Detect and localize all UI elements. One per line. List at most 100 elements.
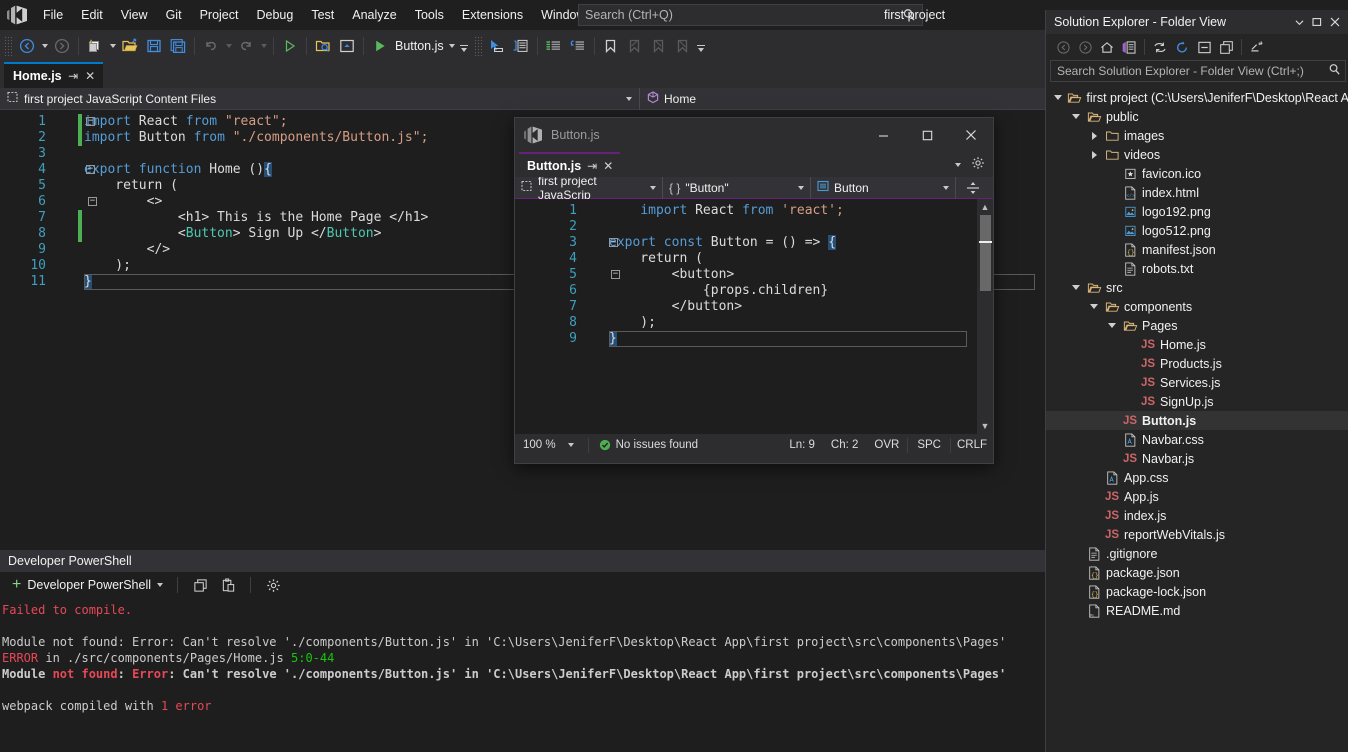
- redo-icon[interactable]: [234, 34, 258, 58]
- pin-icon[interactable]: ⇥: [587, 159, 597, 173]
- search-icon[interactable]: [1328, 63, 1341, 79]
- close-icon[interactable]: [949, 118, 993, 152]
- tree-item-pages[interactable]: Pages: [1046, 316, 1348, 335]
- fw-insert-mode[interactable]: OVR: [866, 439, 907, 451]
- solution-explorer-tree[interactable]: first project (C:\Users\JeniferF\Desktop…: [1046, 88, 1348, 752]
- chevron-down-icon[interactable]: [955, 163, 961, 167]
- refresh-icon[interactable]: [1171, 36, 1193, 58]
- open-file-icon[interactable]: [118, 34, 142, 58]
- tree-item-components[interactable]: components: [1046, 297, 1348, 316]
- minimize-icon[interactable]: [861, 118, 905, 152]
- scroll-down-arrow-icon[interactable]: ▼: [977, 418, 993, 434]
- fw-vertical-scrollbar[interactable]: ▲ ▼: [977, 199, 993, 434]
- toolbar-grip-2[interactable]: [474, 36, 483, 56]
- tree-item-robots-txt[interactable]: robots.txt: [1046, 259, 1348, 278]
- tree-item-home-js[interactable]: JSHome.js: [1046, 335, 1348, 354]
- fw-navbar-member-dropdown[interactable]: Button: [811, 177, 956, 199]
- toolbar-overflow-button[interactable]: [458, 34, 470, 58]
- new-project-dropdown[interactable]: [107, 34, 118, 58]
- expander-collapse-icon[interactable]: [1086, 297, 1102, 316]
- fw-zoom-level[interactable]: 100 %: [515, 439, 556, 451]
- home-icon[interactable]: [1096, 36, 1118, 58]
- tab-button-js[interactable]: Button.js ⇥ ✕: [519, 152, 620, 177]
- tree-item-favicon-ico[interactable]: favicon.ico: [1046, 164, 1348, 183]
- chevron-down-icon[interactable]: [157, 583, 163, 587]
- collapse-all-icon[interactable]: [1193, 36, 1215, 58]
- menu-view[interactable]: View: [112, 0, 157, 30]
- debug-target-label[interactable]: Button.js: [392, 39, 447, 53]
- fw-eol-mode[interactable]: CRLF: [951, 439, 993, 451]
- expander-collapse-icon[interactable]: [1050, 88, 1065, 107]
- tab-home-js[interactable]: Home.js ⇥ ✕: [4, 62, 103, 88]
- gear-icon[interactable]: [971, 156, 985, 173]
- paste-icon[interactable]: [216, 573, 240, 597]
- tree-item-readme-md[interactable]: M↓README.md: [1046, 601, 1348, 620]
- toolbar-grip[interactable]: [4, 36, 13, 56]
- bookmark-icon[interactable]: [599, 34, 623, 58]
- solution-explorer-search-input[interactable]: Search Solution Explorer - Folder View (…: [1050, 60, 1346, 82]
- toolbar-overflow-button-2[interactable]: [695, 34, 707, 58]
- tree-item-images[interactable]: images: [1046, 126, 1348, 145]
- start-without-debugging-icon[interactable]: [278, 34, 302, 58]
- tree-item-logo192-png[interactable]: logo192.png: [1046, 202, 1348, 221]
- menu-test[interactable]: Test: [302, 0, 343, 30]
- menu-tools[interactable]: Tools: [406, 0, 453, 30]
- show-all-files-icon[interactable]: [1215, 36, 1237, 58]
- tree-item-button-js[interactable]: JSButton.js: [1046, 411, 1348, 430]
- menu-analyze[interactable]: Analyze: [343, 0, 405, 30]
- pin-icon[interactable]: ⇥: [68, 69, 79, 83]
- redo-dropdown[interactable]: [258, 34, 269, 58]
- zoom-chevron-down-icon[interactable]: [568, 443, 574, 447]
- tree-item-index-html[interactable]: </>index.html: [1046, 183, 1348, 202]
- split-view-icon[interactable]: [956, 181, 990, 195]
- sync-with-active-document-icon[interactable]: [1149, 36, 1171, 58]
- tree-item-signup-js[interactable]: JSSignUp.js: [1046, 392, 1348, 411]
- debug-target-dropdown[interactable]: [447, 34, 458, 58]
- tree-item-app-css[interactable]: App.css: [1046, 468, 1348, 487]
- undo-dropdown[interactable]: [223, 34, 234, 58]
- back-icon[interactable]: [1052, 36, 1074, 58]
- tree-item-reportwebvitals-js[interactable]: JSreportWebVitals.js: [1046, 525, 1348, 544]
- previous-bookmark-icon[interactable]: [623, 34, 647, 58]
- navigate-back-dropdown[interactable]: [39, 34, 50, 58]
- expander-collapse-icon[interactable]: [1068, 278, 1084, 297]
- menu-project[interactable]: Project: [191, 0, 248, 30]
- new-project-icon[interactable]: [83, 34, 107, 58]
- expander-expand-icon[interactable]: [1086, 145, 1102, 164]
- start-debug-icon[interactable]: [368, 34, 392, 58]
- menu-git[interactable]: Git: [157, 0, 191, 30]
- undo-icon[interactable]: [199, 34, 223, 58]
- expander-collapse-icon[interactable]: [1104, 316, 1120, 335]
- expander-expand-icon[interactable]: [1086, 126, 1102, 145]
- navbar-member-dropdown[interactable]: Home: [640, 88, 703, 110]
- terminal-output[interactable]: Failed to compile. Module not found: Err…: [0, 598, 1045, 752]
- maximize-icon[interactable]: [905, 118, 949, 152]
- chevron-down-icon[interactable]: [1290, 12, 1308, 32]
- inspect-dom-icon[interactable]: [509, 34, 533, 58]
- uncomment-icon[interactable]: [566, 34, 590, 58]
- tree-item-products-js[interactable]: JSProducts.js: [1046, 354, 1348, 373]
- tree-item-first-project-c-users-jeniferf-desktop-react-a[interactable]: first project (C:\Users\JeniferF\Desktop…: [1046, 88, 1348, 107]
- close-icon[interactable]: ✕: [603, 159, 613, 173]
- toggle-window-icon[interactable]: [335, 34, 359, 58]
- quick-search-input[interactable]: Search (Ctrl+Q): [578, 4, 923, 26]
- button-js-code-editor[interactable]: ▲ ▼ 1 import React from 'react';23−expor…: [515, 199, 993, 434]
- tree-item-gitignore[interactable]: .gitignore: [1046, 544, 1348, 563]
- tree-item-package-lock-json[interactable]: {}package-lock.json: [1046, 582, 1348, 601]
- properties-icon[interactable]: [1246, 36, 1268, 58]
- fw-indent-mode[interactable]: SPC: [908, 439, 950, 451]
- close-icon[interactable]: ✕: [85, 69, 96, 83]
- tree-item-navbar-js[interactable]: JSNavbar.js: [1046, 449, 1348, 468]
- tree-item-index-js[interactable]: JSindex.js: [1046, 506, 1348, 525]
- menu-debug[interactable]: Debug: [247, 0, 302, 30]
- comment-icon[interactable]: [542, 34, 566, 58]
- menu-file[interactable]: File: [34, 0, 72, 30]
- switch-views-icon[interactable]: [1118, 36, 1140, 58]
- navigate-forward-icon[interactable]: [50, 34, 74, 58]
- menu-extensions[interactable]: Extensions: [453, 0, 532, 30]
- tree-item-package-json[interactable]: {}package.json: [1046, 563, 1348, 582]
- floating-document-window-button-js[interactable]: Button.js Button.js ⇥ ✕: [514, 117, 994, 464]
- tree-item-videos[interactable]: videos: [1046, 145, 1348, 164]
- save-icon[interactable]: [142, 34, 166, 58]
- close-icon[interactable]: [1326, 12, 1344, 32]
